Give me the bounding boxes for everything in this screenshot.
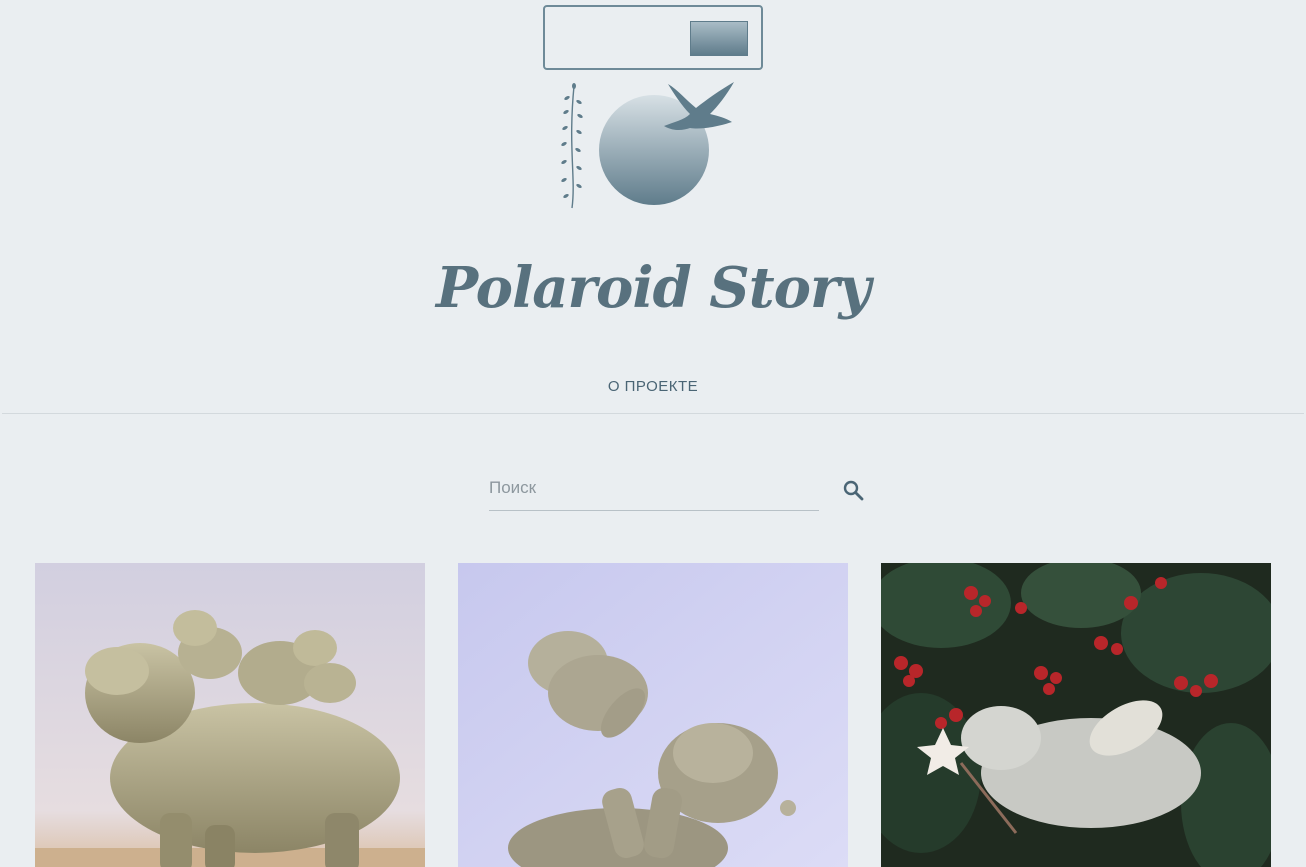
header-banner-frame bbox=[543, 5, 763, 70]
header-banner-fill bbox=[690, 21, 748, 56]
main-nav: О ПРОЕКТЕ bbox=[0, 376, 1306, 395]
search-field-wrapper bbox=[489, 470, 819, 511]
site-title[interactable]: Polaroid Story bbox=[0, 255, 1306, 321]
search-input[interactable] bbox=[489, 470, 819, 506]
post-image-hippo-family bbox=[35, 563, 425, 867]
logo-emblem[interactable] bbox=[550, 78, 750, 218]
nav-divider bbox=[2, 413, 1304, 414]
sprig-icon bbox=[561, 83, 583, 209]
post-image-flying-hippo bbox=[881, 563, 1271, 867]
post-card-1[interactable] bbox=[35, 563, 425, 867]
search-icon bbox=[843, 480, 864, 501]
search-button[interactable] bbox=[841, 478, 865, 502]
nav-item-about[interactable]: О ПРОЕКТЕ bbox=[608, 378, 698, 395]
post-card-2[interactable] bbox=[458, 563, 848, 867]
page: Polaroid Story О ПРОЕКТЕ bbox=[0, 0, 1306, 867]
post-image-hippo-mother-baby bbox=[458, 563, 848, 867]
post-card-3[interactable] bbox=[881, 563, 1271, 867]
